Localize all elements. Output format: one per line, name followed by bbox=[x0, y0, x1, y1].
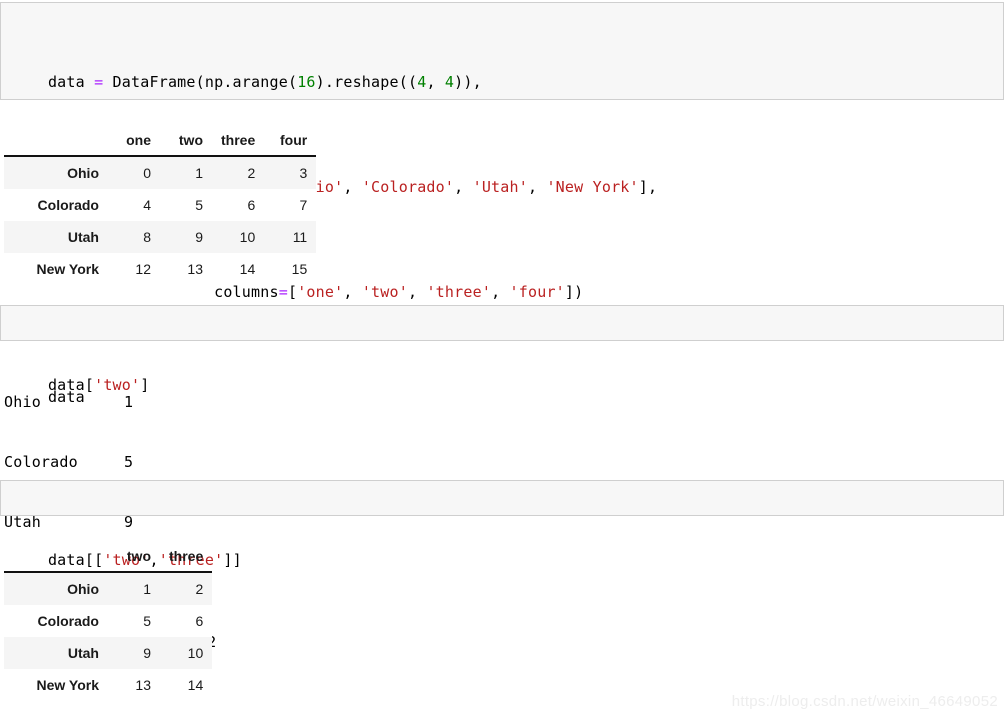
code-token: , bbox=[527, 178, 547, 196]
table-header-row: two three bbox=[4, 542, 213, 573]
table-cell: 14 bbox=[160, 669, 213, 701]
code-token: ).reshape(( bbox=[315, 73, 418, 91]
table-cell: 3 bbox=[264, 156, 317, 189]
table-column-header: three bbox=[212, 126, 265, 157]
table-index-header bbox=[4, 542, 108, 573]
table-cell: 11 bbox=[264, 221, 317, 253]
code-token: [ bbox=[287, 283, 298, 301]
code-token-string: 'three' bbox=[426, 283, 492, 301]
code-token: data bbox=[47, 73, 95, 91]
table-cell: 13 bbox=[108, 669, 160, 701]
code-token: , bbox=[343, 283, 362, 301]
code-token: columns bbox=[47, 283, 279, 301]
table-header-row: one two three four bbox=[4, 126, 317, 157]
code-token-string: 'Colorado' bbox=[361, 178, 455, 196]
table-column-header: four bbox=[264, 126, 317, 157]
table-head: two three bbox=[4, 542, 213, 573]
table-row-label: Colorado bbox=[4, 605, 108, 637]
code-token: , bbox=[491, 283, 510, 301]
code-cell-create-dataframe[interactable]: data = DataFrame(np.arange(16).reshape((… bbox=[0, 2, 1004, 406]
code-token-string: 'one' bbox=[297, 283, 344, 301]
table-cell: 6 bbox=[160, 605, 213, 637]
table-row: Colorado 4 5 6 7 bbox=[4, 189, 317, 221]
table-cell: 13 bbox=[160, 253, 212, 285]
dataframe-table: two three Ohio 1 2 Colorado 5 6 Utah 9 1… bbox=[4, 542, 213, 701]
table-cell: 14 bbox=[212, 253, 265, 285]
table-row: New York 13 14 bbox=[4, 669, 213, 701]
table-cell: 5 bbox=[160, 189, 212, 221]
code-token: , bbox=[426, 73, 445, 91]
code-cell-select-two-three[interactable]: data[['two','three']] bbox=[0, 480, 1004, 569]
code-line: data = DataFrame(np.arange(16).reshape((… bbox=[11, 51, 1003, 114]
table-column-header: one bbox=[108, 126, 160, 157]
series-line: Ohio 1 bbox=[4, 393, 134, 411]
code-token-number: 4 bbox=[444, 73, 455, 91]
table-index-header bbox=[4, 126, 108, 157]
table-cell: 8 bbox=[108, 221, 160, 253]
table-cell: 15 bbox=[264, 253, 317, 285]
code-token-string: 'two' bbox=[361, 283, 408, 301]
code-token: ], bbox=[638, 178, 658, 196]
code-token: , bbox=[343, 178, 362, 196]
table-body: Ohio 0 1 2 3 Colorado 4 5 6 7 Utah 8 9 1… bbox=[4, 156, 317, 285]
dataframe-table: one two three four Ohio 0 1 2 3 Colorado… bbox=[4, 126, 317, 285]
table-row: Utah 9 10 bbox=[4, 637, 213, 669]
code-token: ]) bbox=[564, 283, 584, 301]
dataframe-output-full: one two three four Ohio 0 1 2 3 Colorado… bbox=[4, 126, 317, 285]
table-cell: 5 bbox=[108, 605, 160, 637]
code-token-number: 16 bbox=[297, 73, 316, 91]
table-row-label: New York bbox=[4, 253, 108, 285]
table-row: Colorado 5 6 bbox=[4, 605, 213, 637]
code-token-string: 'Utah' bbox=[472, 178, 528, 196]
code-token: DataFrame(np.arange( bbox=[103, 73, 298, 91]
table-head: one two three four bbox=[4, 126, 317, 157]
table-column-header: three bbox=[160, 542, 213, 573]
table-row: New York 12 13 14 15 bbox=[4, 253, 317, 285]
table-cell: 6 bbox=[212, 189, 265, 221]
code-token: , bbox=[407, 283, 427, 301]
watermark-text: https://blog.csdn.net/weixin_46649052 bbox=[731, 693, 998, 710]
code-token-string: 'four' bbox=[509, 283, 565, 301]
table-column-header: two bbox=[108, 542, 160, 573]
table-row-label: Utah bbox=[4, 637, 108, 669]
table-row-label: Colorado bbox=[4, 189, 108, 221]
table-row-label: New York bbox=[4, 669, 108, 701]
table-row: Ohio 1 2 bbox=[4, 572, 213, 605]
table-cell: 10 bbox=[160, 637, 213, 669]
table-cell: 1 bbox=[108, 572, 160, 605]
dataframe-output-two-three: two three Ohio 1 2 Colorado 5 6 Utah 9 1… bbox=[4, 542, 213, 701]
table-cell: 9 bbox=[108, 637, 160, 669]
table-row-label: Ohio bbox=[4, 572, 108, 605]
table-cell: 0 bbox=[108, 156, 160, 189]
table-row-label: Utah bbox=[4, 221, 108, 253]
table-column-header: two bbox=[160, 126, 212, 157]
table-cell: 9 bbox=[160, 221, 212, 253]
table-cell: 2 bbox=[212, 156, 265, 189]
code-token: , bbox=[454, 178, 473, 196]
code-token: ]] bbox=[223, 551, 242, 569]
table-body: Ohio 1 2 Colorado 5 6 Utah 9 10 New York… bbox=[4, 572, 213, 701]
table-cell: 4 bbox=[108, 189, 160, 221]
code-token-string: 'New York' bbox=[546, 178, 639, 196]
table-cell: 1 bbox=[160, 156, 212, 189]
table-row-label: Ohio bbox=[4, 156, 108, 189]
table-row: Ohio 0 1 2 3 bbox=[4, 156, 317, 189]
code-token-operator: = bbox=[94, 73, 104, 91]
code-token-operator: = bbox=[278, 283, 288, 301]
series-line: Colorado 5 bbox=[4, 453, 134, 471]
code-cell-select-two[interactable]: data['two'] bbox=[0, 305, 1004, 394]
table-row: Utah 8 9 10 11 bbox=[4, 221, 317, 253]
table-cell: 12 bbox=[108, 253, 160, 285]
table-cell: 2 bbox=[160, 572, 213, 605]
table-cell: 10 bbox=[212, 221, 265, 253]
code-token: )), bbox=[454, 73, 482, 91]
table-cell: 7 bbox=[264, 189, 317, 221]
